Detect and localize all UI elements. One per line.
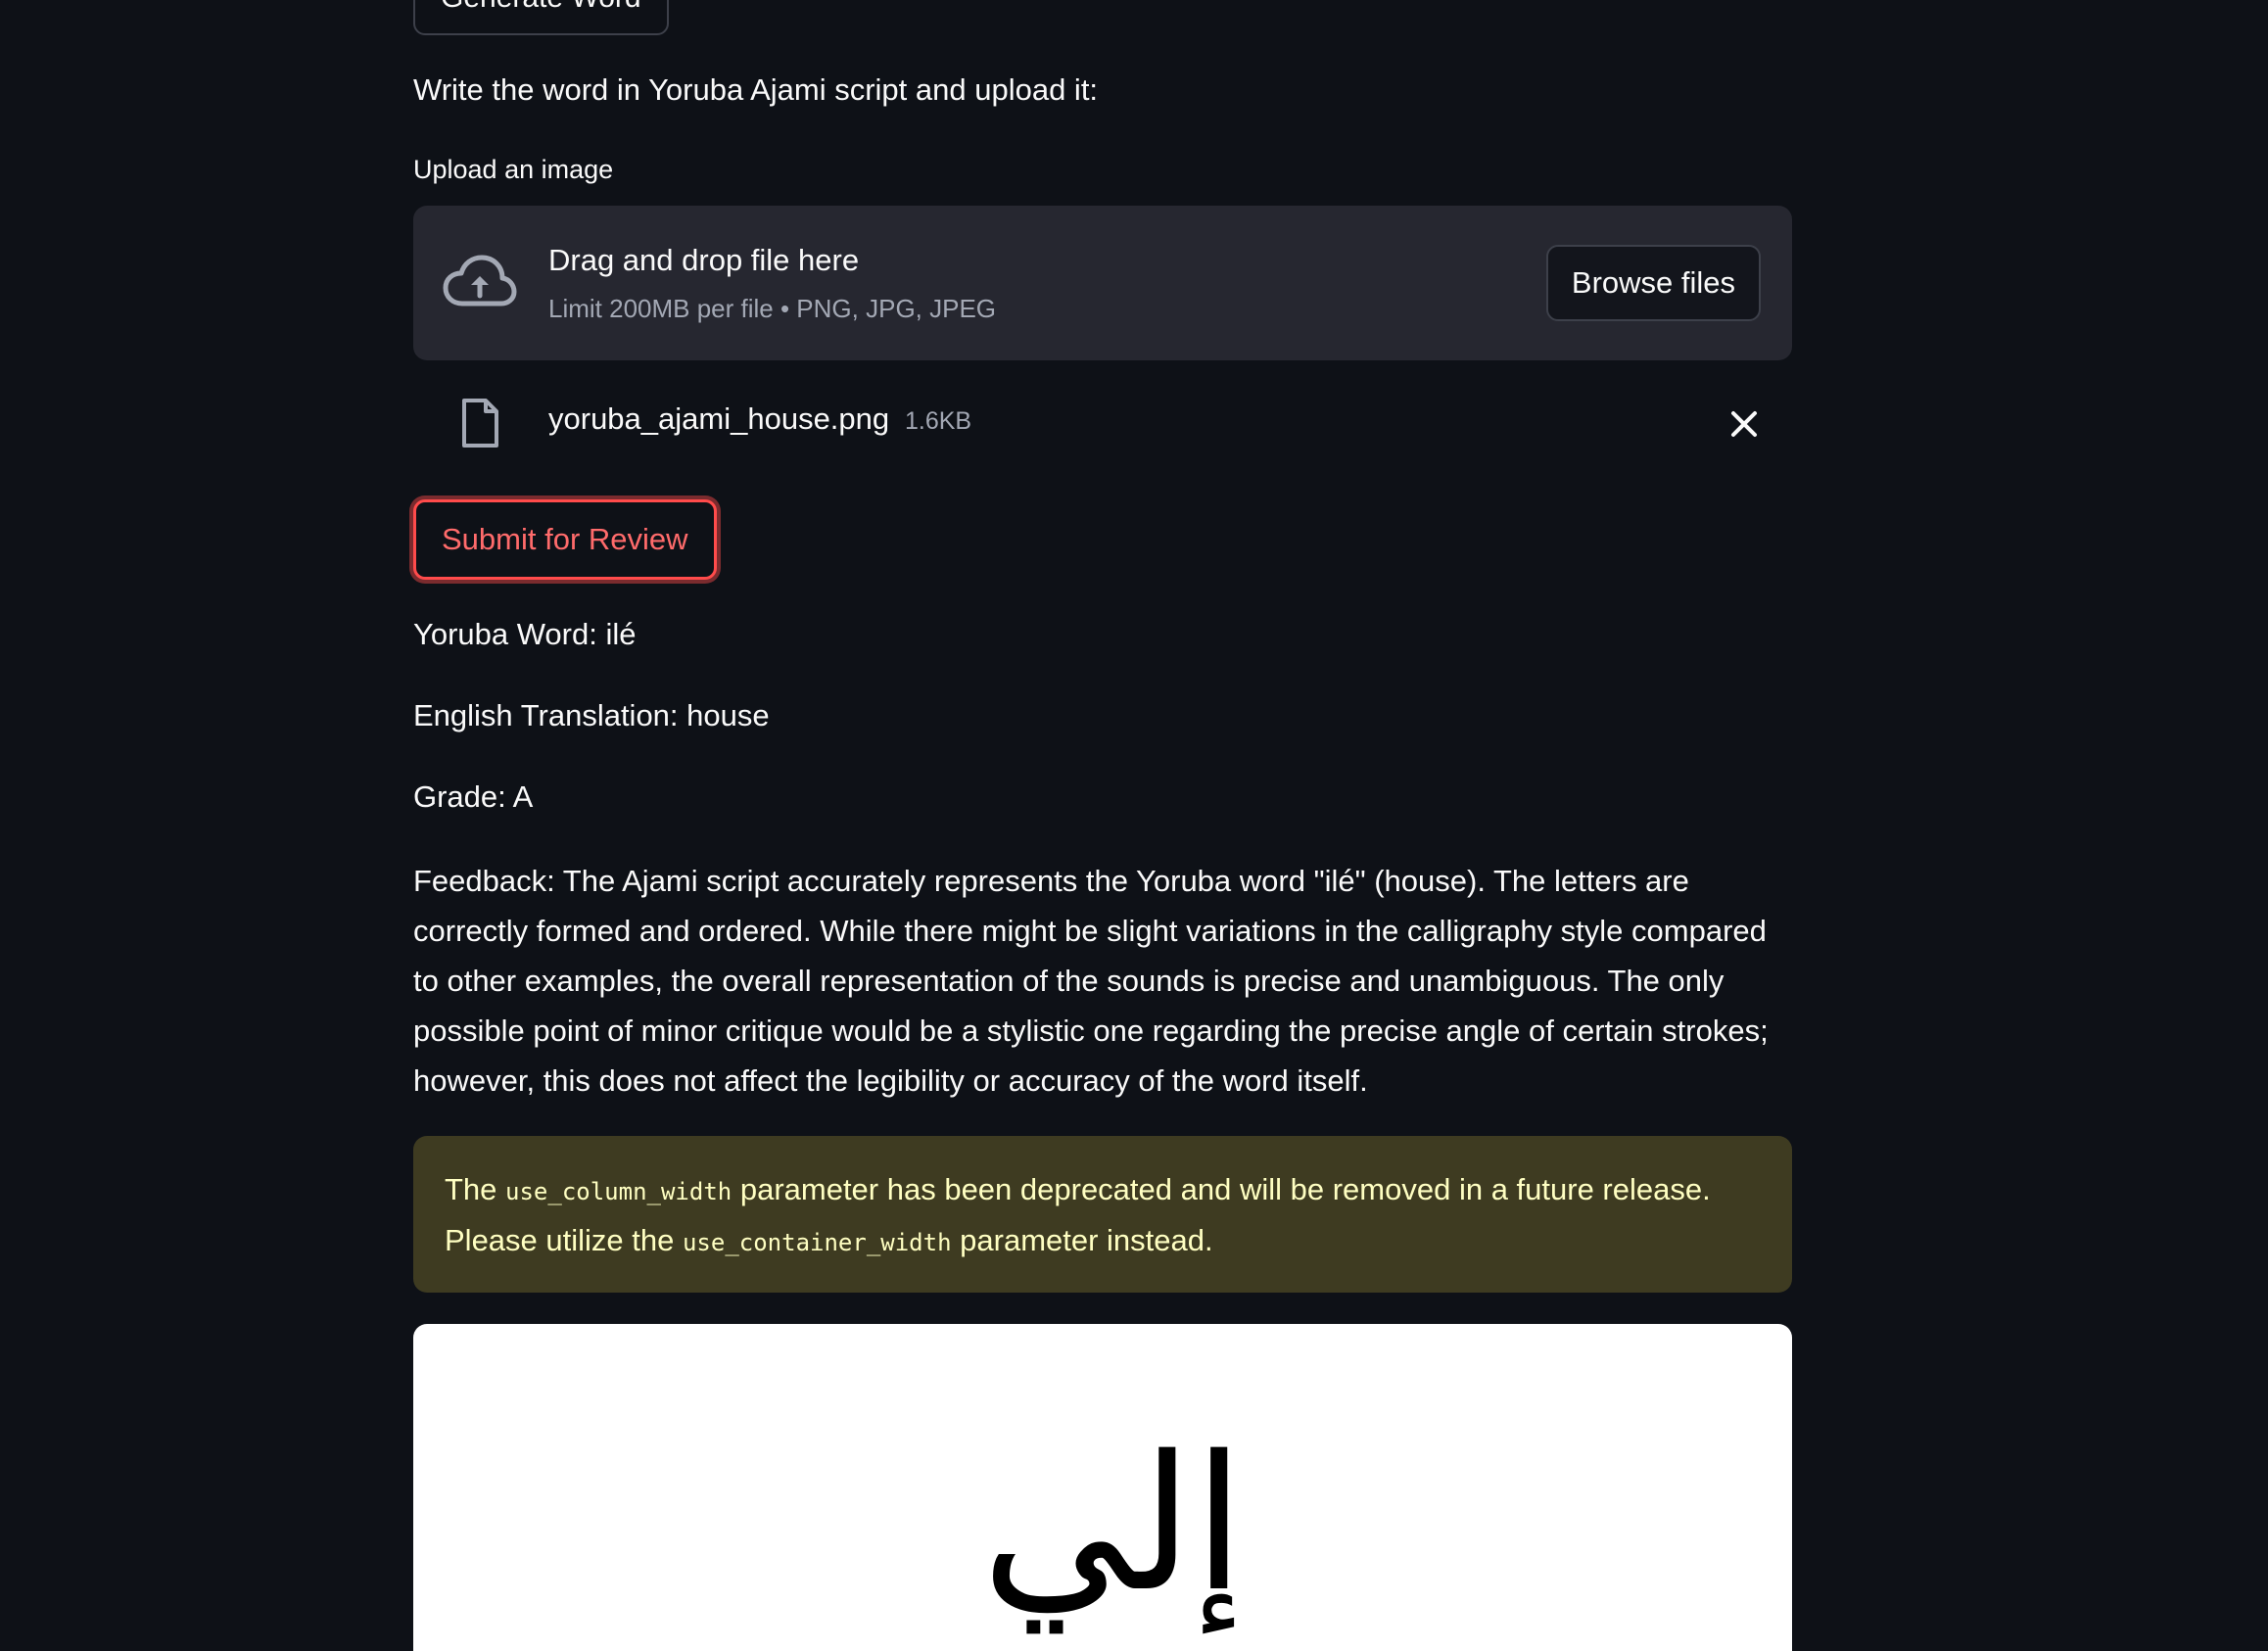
dropzone-limit-text: Limit 200MB per file • PNG, JPG, JPEG — [548, 294, 997, 323]
close-icon[interactable] — [1725, 405, 1763, 443]
warning-text-1: The — [445, 1172, 506, 1206]
browse-files-button[interactable]: Browse files — [1545, 245, 1761, 321]
upload-label: Upload an image — [413, 155, 614, 184]
instruction-text: Write the word in Yoruba Ajami script an… — [413, 72, 1099, 107]
uploaded-file-row: yoruba_ajami_house.png 1.6KB — [413, 392, 1792, 454]
cloud-upload-icon — [443, 255, 517, 307]
main-content: Generate Word Write the word in Yoruba A… — [0, 0, 2268, 1651]
file-dropzone[interactable]: Drag and drop file here Limit 200MB per … — [413, 206, 1792, 360]
uploaded-image-preview: إلي — [413, 1324, 1792, 1651]
warning-code-1: use_column_width — [505, 1178, 732, 1205]
grade-text: Grade: A — [413, 779, 534, 814]
warning-code-2: use_container_width — [682, 1229, 952, 1256]
file-name: yoruba_ajami_house.png — [548, 401, 890, 436]
feedback-text: Feedback: The Ajami script accurately re… — [413, 864, 1769, 1098]
file-size: 1.6KB — [905, 407, 972, 435]
ajami-script-text: إلي — [981, 1416, 1246, 1632]
warning-text-3: parameter instead. — [951, 1223, 1213, 1257]
generate-word-button[interactable]: Generate Word — [413, 0, 669, 35]
file-icon — [462, 399, 498, 448]
deprecation-warning: The use_column_width parameter has been … — [413, 1136, 1792, 1293]
english-translation-text: English Translation: house — [413, 698, 770, 732]
yoruba-word-text: Yoruba Word: ilé — [413, 617, 637, 651]
submit-for-review-button[interactable]: Submit for Review — [413, 499, 717, 580]
dropzone-title: Drag and drop file here — [548, 243, 860, 277]
